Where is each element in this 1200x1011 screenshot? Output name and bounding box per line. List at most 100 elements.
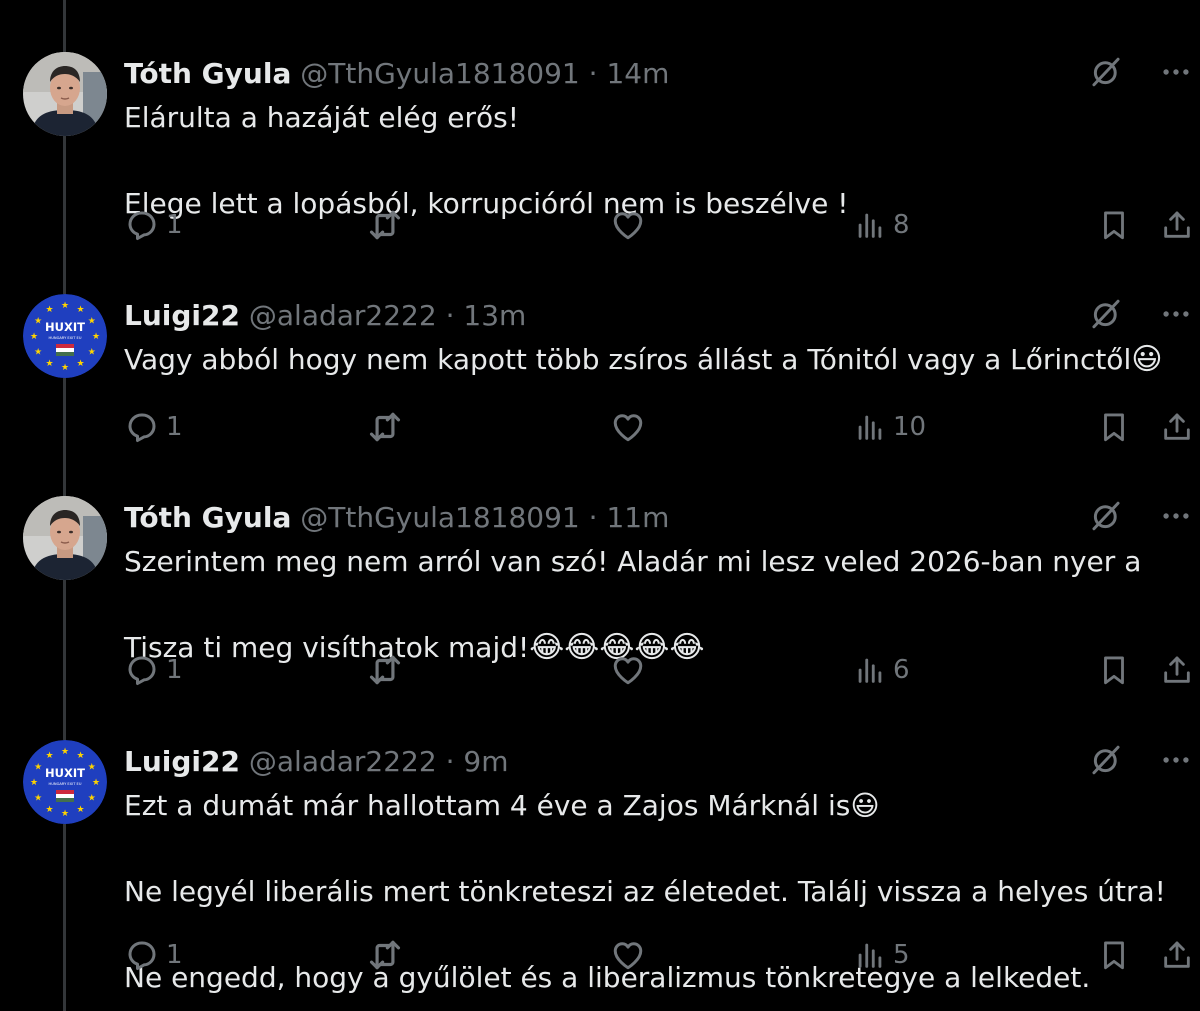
views-button[interactable]: 5 xyxy=(853,935,910,975)
tweet-text-line: Ne legyél liberális mert tönkreteszi az … xyxy=(124,875,1166,908)
views-icon xyxy=(853,208,887,242)
view-count: 8 xyxy=(893,210,910,240)
display-name[interactable]: Luigi22 xyxy=(124,299,240,332)
separator-dot: · xyxy=(588,501,598,534)
huxit-subtext: HUNGARY EXIT EU xyxy=(49,782,82,786)
reply-button[interactable]: 1 xyxy=(124,935,183,975)
user-handle[interactable]: @TthGyula1818091 xyxy=(300,501,579,534)
svg-text:★: ★ xyxy=(61,301,69,311)
share-button[interactable] xyxy=(1160,650,1194,690)
timestamp[interactable]: 9m xyxy=(463,745,508,778)
heart-icon xyxy=(610,207,646,243)
like-button[interactable] xyxy=(610,650,652,690)
svg-text:★: ★ xyxy=(45,805,53,815)
heart-icon xyxy=(610,937,646,973)
svg-text:★: ★ xyxy=(45,751,53,761)
tweet-header: Tóth Gyula @TthGyula1818091 · 11m xyxy=(124,498,1200,538)
view-count: 10 xyxy=(893,412,927,442)
retweet-button[interactable] xyxy=(366,650,410,690)
retweet-icon xyxy=(366,408,404,446)
user-handle[interactable]: @aladar2222 xyxy=(249,745,437,778)
more-icon[interactable] xyxy=(1156,496,1196,536)
views-button[interactable]: 6 xyxy=(853,650,910,690)
reply-icon xyxy=(124,937,160,973)
retweet-button[interactable] xyxy=(366,935,410,975)
svg-text:★: ★ xyxy=(34,794,42,804)
view-count: 6 xyxy=(893,655,910,685)
share-icon xyxy=(1160,410,1194,444)
huxit-text: HUXIT xyxy=(45,766,85,780)
grok-icon[interactable] xyxy=(1086,52,1126,92)
svg-text:★: ★ xyxy=(45,305,53,315)
separator-dot: · xyxy=(445,299,455,332)
svg-text:★: ★ xyxy=(61,809,69,819)
svg-text:★: ★ xyxy=(34,348,42,358)
more-icon[interactable] xyxy=(1156,740,1196,780)
timestamp[interactable]: 14m xyxy=(606,57,669,90)
views-button[interactable]: 10 xyxy=(853,407,926,447)
more-icon[interactable] xyxy=(1156,52,1196,92)
display-name[interactable]: Tóth Gyula xyxy=(124,501,291,534)
tweet-header: Luigi22 @aladar2222 · 9m xyxy=(124,742,1200,782)
bookmark-button[interactable] xyxy=(1097,407,1131,447)
separator-dot: · xyxy=(588,57,598,90)
reply-button[interactable]: 1 xyxy=(124,650,183,690)
display-name[interactable]: Tóth Gyula xyxy=(124,57,291,90)
svg-text:★: ★ xyxy=(88,348,96,358)
timestamp[interactable]: 13m xyxy=(463,299,526,332)
avatar[interactable] xyxy=(23,52,107,136)
svg-text:★: ★ xyxy=(30,778,38,788)
like-button[interactable] xyxy=(610,407,652,447)
tweet-text-line: Elárulta a hazáját elég erős! xyxy=(124,101,519,134)
user-handle[interactable]: @aladar2222 xyxy=(249,299,437,332)
bookmark-button[interactable] xyxy=(1097,935,1131,975)
bookmark-icon xyxy=(1097,938,1131,972)
bookmark-button[interactable] xyxy=(1097,650,1131,690)
more-icon[interactable] xyxy=(1156,294,1196,334)
reply-count: 1 xyxy=(166,412,183,442)
svg-text:★: ★ xyxy=(34,763,42,773)
reply-count: 1 xyxy=(166,655,183,685)
svg-text:★: ★ xyxy=(61,747,69,757)
tweet-header: Luigi22 @aladar2222 · 13m xyxy=(124,296,1200,336)
tweet-text-line: Szerintem meg nem arról van szó! Aladár … xyxy=(124,545,1142,578)
share-button[interactable] xyxy=(1160,407,1194,447)
share-icon xyxy=(1160,938,1194,972)
tweet-actions: 1 8 xyxy=(0,205,1200,245)
avatar[interactable]: ★ ★ ★ ★ ★ ★ ★ ★ ★ ★ ★ ★ HUXIT HUNGARY EXIT EU xyxy=(23,294,107,378)
grok-icon[interactable] xyxy=(1086,496,1126,536)
share-button[interactable] xyxy=(1160,935,1194,975)
tweet-text: Vagy abból hogy nem kapott több zsíros á… xyxy=(124,338,1170,381)
share-button[interactable] xyxy=(1160,205,1194,245)
avatar[interactable]: ★ ★ ★ ★ ★ ★ ★ ★ ★ ★ ★ ★ HUXIT HUNGARY EXIT EU xyxy=(23,740,107,824)
reply-button[interactable]: 1 xyxy=(124,205,183,245)
reply-count: 1 xyxy=(166,940,183,970)
user-handle[interactable]: @TthGyula1818091 xyxy=(300,57,579,90)
grok-icon[interactable] xyxy=(1086,740,1126,780)
retweet-button[interactable] xyxy=(366,205,410,245)
bookmark-button[interactable] xyxy=(1097,205,1131,245)
display-name[interactable]: Luigi22 xyxy=(124,745,240,778)
tweet-text-line: Ezt a dumát már hallottam 4 éve a Zajos … xyxy=(124,789,880,822)
views-button[interactable]: 8 xyxy=(853,205,910,245)
svg-text:★: ★ xyxy=(61,363,69,373)
view-count: 5 xyxy=(893,940,910,970)
like-button[interactable] xyxy=(610,935,652,975)
svg-text:★: ★ xyxy=(76,751,84,761)
retweet-icon xyxy=(366,651,404,689)
like-button[interactable] xyxy=(610,205,652,245)
huxit-subtext: HUNGARY EXIT EU xyxy=(49,336,82,340)
reply-count: 1 xyxy=(166,210,183,240)
retweet-button[interactable] xyxy=(366,407,410,447)
svg-text:★: ★ xyxy=(76,305,84,315)
views-icon xyxy=(853,410,887,444)
grok-icon[interactable] xyxy=(1086,294,1126,334)
svg-text:★: ★ xyxy=(92,332,100,342)
reply-icon xyxy=(124,207,160,243)
huxit-text: HUXIT xyxy=(45,320,85,334)
svg-text:★: ★ xyxy=(92,778,100,788)
reply-button[interactable]: 1 xyxy=(124,407,183,447)
avatar[interactable] xyxy=(23,496,107,580)
timestamp[interactable]: 11m xyxy=(606,501,669,534)
retweet-icon xyxy=(366,206,404,244)
